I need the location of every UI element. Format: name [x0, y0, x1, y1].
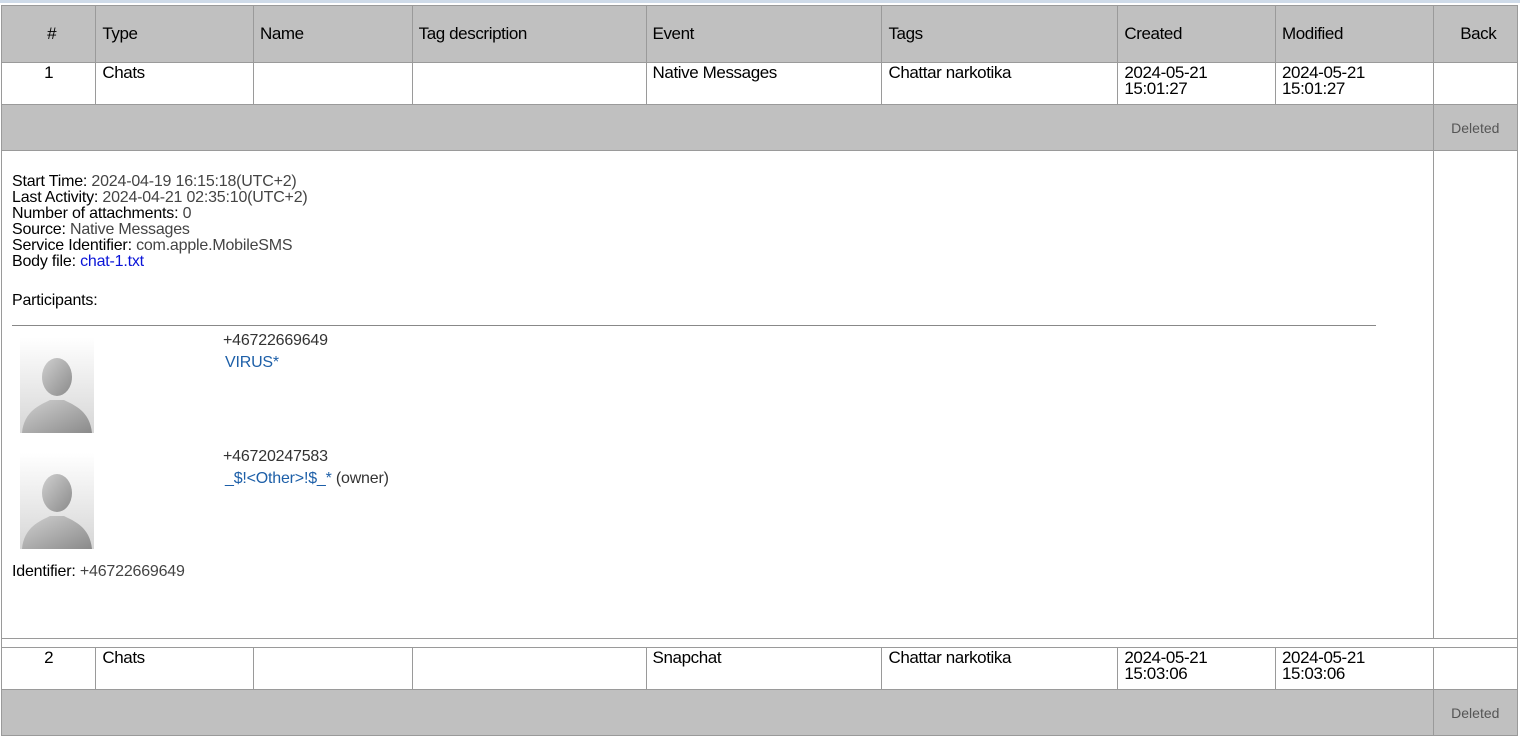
detail-panel: Start Time: 2024-04-19 16:15:18(UTC+2) L… — [1, 150, 1434, 639]
row-name — [252, 62, 413, 105]
col-header-type[interactable]: Type — [95, 5, 254, 63]
col-header-number[interactable]: # — [0, 5, 97, 63]
participant-item: +46722669649 VIRUS* — [12, 326, 1433, 442]
last-activity-label: Last Activity: — [12, 189, 99, 206]
participant-name-link[interactable]: _$!<Other>!$_* — [225, 470, 332, 487]
service-line: Service Identifier: com.apple.MobileSMS — [12, 238, 1433, 254]
status-deleted: Deleted — [1432, 104, 1519, 151]
avatar-icon — [20, 337, 94, 433]
row-back[interactable] — [1432, 647, 1519, 690]
report-table: # Type Name Tag description Event Tags C… — [0, 5, 1519, 736]
status-band-empty — [1, 689, 1434, 736]
body-file-link[interactable]: chat-1.txt — [80, 253, 144, 270]
body-file-label: Body file: — [12, 253, 76, 270]
modified-time: 15:03:06 — [1281, 664, 1345, 683]
attachments-label: Number of attachments: — [12, 205, 179, 222]
source-line: Source: Native Messages — [12, 222, 1433, 238]
created-time: 15:01:27 — [1124, 79, 1188, 98]
row-name — [252, 647, 413, 690]
attachments-line: Number of attachments: 0 — [12, 206, 1433, 222]
status-band-empty — [1, 104, 1434, 151]
row-type: Chats — [95, 647, 254, 690]
row-number: 1 — [0, 62, 97, 105]
row-type: Chats — [95, 62, 254, 105]
col-header-name[interactable]: Name — [252, 5, 413, 63]
source-label: Source: — [12, 221, 66, 238]
identifier-label: Identifier: — [12, 563, 76, 580]
source-value: Native Messages — [70, 221, 190, 238]
start-time-value: 2024-04-19 16:15:18(UTC+2) — [91, 173, 297, 190]
row-modified: 2024-05-21 15:03:06 — [1274, 647, 1434, 690]
table-row[interactable]: 1 Chats Native Messages Chattar narkotik… — [0, 62, 1519, 105]
top-border — [0, 0, 1520, 3]
row-back[interactable] — [1432, 62, 1519, 105]
identifier-line: Identifier: +46722669649 — [12, 564, 1433, 580]
detail-row: Start Time: 2024-04-19 16:15:18(UTC+2) L… — [1, 150, 1519, 639]
service-label: Service Identifier: — [12, 237, 132, 254]
col-header-tag-description[interactable]: Tag description — [411, 5, 647, 63]
row-tags: Chattar narkotika — [881, 62, 1119, 105]
row-created: 2024-05-21 15:03:06 — [1117, 647, 1276, 690]
col-header-back[interactable]: Back — [1432, 5, 1519, 63]
status-band: Deleted — [1, 689, 1519, 736]
avatar-icon — [20, 453, 94, 549]
detail-side-cell — [1432, 150, 1519, 639]
participant-item: +46720247583 _$!<Other>!$_* (owner) — [12, 442, 1433, 558]
created-time: 15:03:06 — [1124, 664, 1188, 683]
row-modified: 2024-05-21 15:01:27 — [1274, 62, 1434, 105]
row-event: Native Messages — [645, 62, 883, 105]
col-header-event[interactable]: Event — [645, 5, 883, 63]
row-spacer — [1, 638, 1518, 648]
participant-name-link[interactable]: VIRUS* — [225, 354, 279, 371]
participant-suffix: (owner) — [331, 470, 389, 487]
status-deleted: Deleted — [1432, 689, 1519, 736]
row-tags: Chattar narkotika — [881, 647, 1119, 690]
start-time-line: Start Time: 2024-04-19 16:15:18(UTC+2) — [12, 174, 1433, 190]
status-band: Deleted — [1, 104, 1519, 151]
row-tag-description — [411, 62, 647, 105]
participant-info: +46720247583 _$!<Other>!$_* (owner) — [223, 446, 389, 490]
participant-number: +46720247583 — [223, 448, 328, 465]
table-row[interactable]: 2 Chats Snapchat Chattar narkotika 2024-… — [0, 647, 1519, 690]
start-time-label: Start Time: — [12, 173, 88, 190]
row-tag-description — [411, 647, 647, 690]
participant-info: +46722669649 VIRUS* — [223, 330, 328, 374]
modified-time: 15:01:27 — [1281, 79, 1345, 98]
last-activity-line: Last Activity: 2024-04-21 02:35:10(UTC+2… — [12, 190, 1433, 206]
attachments-value: 0 — [182, 205, 192, 222]
service-value: com.apple.MobileSMS — [136, 237, 293, 254]
row-created: 2024-05-21 15:01:27 — [1117, 62, 1276, 105]
col-header-modified[interactable]: Modified — [1274, 5, 1434, 63]
header-row: # Type Name Tag description Event Tags C… — [0, 5, 1519, 63]
participants-heading: Participants: — [12, 292, 98, 309]
row-event: Snapchat — [645, 647, 883, 690]
last-activity-value: 2024-04-21 02:35:10(UTC+2) — [102, 189, 308, 206]
row-number: 2 — [0, 647, 97, 690]
body-file-line: Body file: chat-1.txt — [12, 254, 1433, 270]
col-header-tags[interactable]: Tags — [881, 5, 1119, 63]
participant-number: +46722669649 — [223, 332, 328, 349]
col-header-created[interactable]: Created — [1117, 5, 1276, 63]
identifier-value: +46722669649 — [79, 563, 185, 580]
